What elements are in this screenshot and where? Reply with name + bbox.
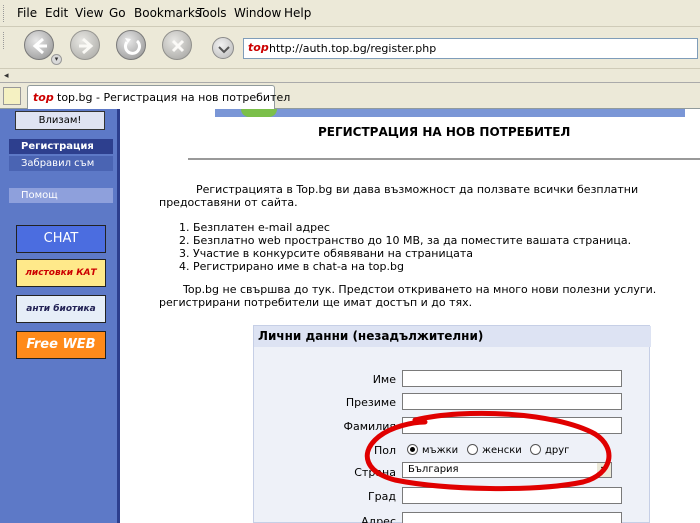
- sidebar-item-register[interactable]: Регистрация: [9, 139, 113, 154]
- outro-line-1: Top.bg не свършва до тук. Предстои откри…: [183, 283, 657, 296]
- menu-window[interactable]: Window: [234, 6, 281, 20]
- new-tab-icon[interactable]: [3, 87, 21, 105]
- address-bar[interactable]: top http://auth.top.bg/register.php: [243, 38, 698, 59]
- first-name-label: Име: [372, 373, 396, 386]
- navigation-toolbar: ▾ top http://auth.top.bg/register.php: [0, 27, 700, 69]
- stop-icon: [171, 39, 185, 53]
- chat-banner-label: CHAT: [43, 231, 79, 246]
- antibiotika-banner[interactable]: анти биотика: [16, 295, 106, 323]
- freeweb-banner-label: Free WEB: [26, 337, 96, 352]
- menu-go[interactable]: Go: [109, 6, 126, 20]
- stop-button[interactable]: [162, 30, 192, 60]
- header-banner: [215, 109, 685, 117]
- menu-view[interactable]: View: [75, 6, 103, 20]
- back-history-dropdown[interactable]: ▾: [51, 54, 62, 65]
- address-url[interactable]: http://auth.top.bg/register.php: [269, 42, 436, 55]
- list-item: 2. Безплатно web пространство до 10 MB, …: [179, 234, 632, 247]
- address-input[interactable]: [402, 512, 622, 523]
- menu-edit[interactable]: Edit: [45, 6, 68, 20]
- forward-button[interactable]: [70, 30, 100, 60]
- sidebar-toggle-strip[interactable]: ◂: [0, 69, 700, 83]
- menu-file[interactable]: File: [17, 6, 37, 20]
- toolbar-grip[interactable]: [3, 32, 7, 49]
- back-button[interactable]: [24, 30, 54, 60]
- sidebar-item-forgot[interactable]: Забравил съм: [9, 156, 113, 171]
- left-sidebar: Влизам! Регистрация Забравил съм Помощ C…: [0, 109, 120, 523]
- menu-help[interactable]: Help: [284, 6, 311, 20]
- antibiotika-banner-label: анти биотика: [26, 304, 96, 314]
- menu-bookmarks[interactable]: Bookmarks: [134, 6, 201, 20]
- kat-banner-label: листовки КАТ: [25, 268, 97, 278]
- outro-line-2: регистрирани потребители ще имат достъп …: [159, 296, 473, 309]
- list-item: 1. Безплатен e-mail адрес: [179, 221, 330, 234]
- page-title: РЕГИСТРАЦИЯ НА НОВ ПОТРЕБИТЕЛ: [318, 125, 571, 139]
- reload-button[interactable]: [116, 30, 146, 60]
- address-label: Адрес: [361, 515, 396, 523]
- reload-icon: [124, 38, 141, 55]
- title-divider: [188, 158, 700, 160]
- kat-banner[interactable]: листовки КАТ: [16, 259, 106, 287]
- page-content: Влизам! Регистрация Забравил съм Помощ C…: [0, 109, 700, 523]
- list-item: 3. Участие в конкурсите обявявани на стр…: [179, 247, 473, 260]
- site-favicon-icon: top: [248, 41, 269, 54]
- tab-title: top.bg - Регистрация на нов потребител: [57, 91, 291, 104]
- benefits-list: 1. Безплатен e-mail адрес 2. Безплатно w…: [179, 221, 631, 273]
- menu-bar: File Edit View Go Bookmarks Tools Window…: [0, 0, 700, 27]
- freeweb-banner[interactable]: Free WEB: [16, 331, 106, 359]
- list-item: 4. Регистрирано име в chat-а на top.bg: [179, 260, 404, 273]
- menu-tools[interactable]: Tools: [197, 6, 227, 20]
- toolbar-grip[interactable]: [3, 5, 7, 22]
- tab-favicon-icon: top: [33, 91, 54, 104]
- banner-graphic: [241, 109, 277, 117]
- intro-line-1: Регистрацията в Top.bg ви дава възможнос…: [196, 183, 639, 196]
- tab-strip: top top.bg - Регистрация на нов потребит…: [0, 83, 700, 109]
- login-button[interactable]: Влизам!: [15, 111, 105, 130]
- first-name-input[interactable]: [402, 370, 622, 387]
- sidebar-arrow-icon[interactable]: ◂: [4, 71, 9, 81]
- sidebar-item-help[interactable]: Помощ: [9, 188, 113, 203]
- intro-line-2: предоставяни от сайта.: [159, 196, 298, 209]
- chevron-down-icon: [218, 46, 230, 54]
- chat-banner[interactable]: CHAT: [16, 225, 106, 253]
- red-annotation-circle: [364, 410, 612, 492]
- tab-active[interactable]: top top.bg - Регистрация на нов потребит…: [27, 85, 290, 109]
- home-button[interactable]: [212, 37, 234, 59]
- forward-arrow-icon: [79, 37, 94, 55]
- form-header: Лични данни (незадължителни): [254, 326, 651, 347]
